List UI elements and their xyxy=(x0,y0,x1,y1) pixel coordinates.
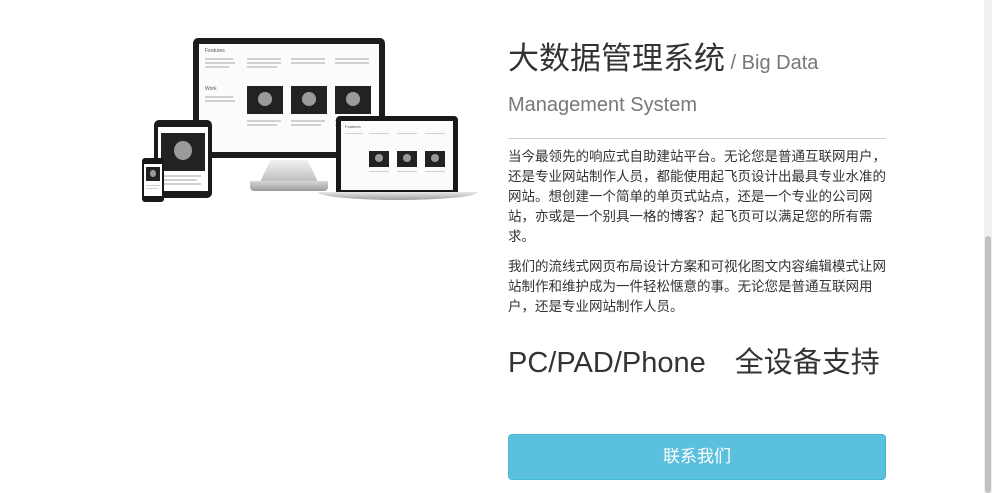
page-title: 大数据管理系统 / Big Data Management System xyxy=(508,40,888,124)
contact-us-button[interactable]: 联系我们 xyxy=(508,434,886,480)
monitor-stand xyxy=(260,160,318,182)
devices-section-title: PC/PAD/Phone 全设备支持 xyxy=(508,347,880,379)
layout-paragraph: 我们的流线式网页布局设计方案和可视化图文内容编辑模式让网站制作和维护成为一件轻松… xyxy=(508,259,886,314)
hero-content: 大数据管理系统 / Big Data Management System 当今最… xyxy=(508,40,888,327)
laptop-device: Features xyxy=(336,116,458,192)
tablet-screen xyxy=(158,127,208,191)
laptop-screen: Features xyxy=(341,121,453,190)
scrollbar-thumb[interactable] xyxy=(985,236,991,493)
phone-device xyxy=(142,158,164,202)
page-title-text: 大数据管理系统 xyxy=(508,41,725,76)
divider xyxy=(508,138,886,139)
responsive-devices-image: Features Work Features xyxy=(140,36,480,206)
monitor-foot xyxy=(250,181,328,191)
phone-screen xyxy=(144,164,162,196)
scrollbar-track[interactable] xyxy=(984,0,992,493)
mock-heading-features: Features xyxy=(205,48,225,54)
mock-heading-work: Work xyxy=(205,86,217,92)
intro-paragraph: 当今最领先的响应式自助建站平台。无论您是普通互联网用户，还是专业网站制作人员，都… xyxy=(508,149,886,244)
laptop-base xyxy=(318,192,478,200)
mock-laptop-heading: Features xyxy=(345,124,361,129)
